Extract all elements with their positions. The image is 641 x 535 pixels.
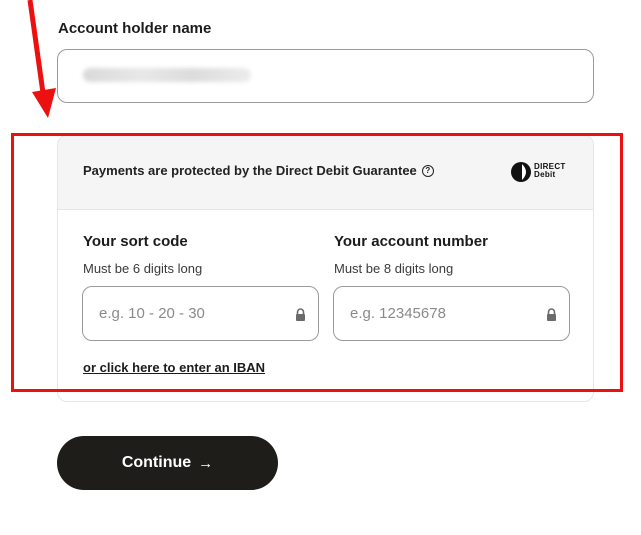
account-holder-input[interactable] bbox=[57, 49, 594, 103]
arrow-right-icon: → bbox=[198, 454, 214, 472]
continue-label: Continue bbox=[121, 454, 192, 471]
annotation-highlight-box bbox=[11, 133, 623, 392]
account-holder-label: Account holder name bbox=[58, 20, 212, 37]
blurred-name-value bbox=[83, 68, 251, 82]
continue-button[interactable]: Continue → bbox=[57, 436, 278, 490]
